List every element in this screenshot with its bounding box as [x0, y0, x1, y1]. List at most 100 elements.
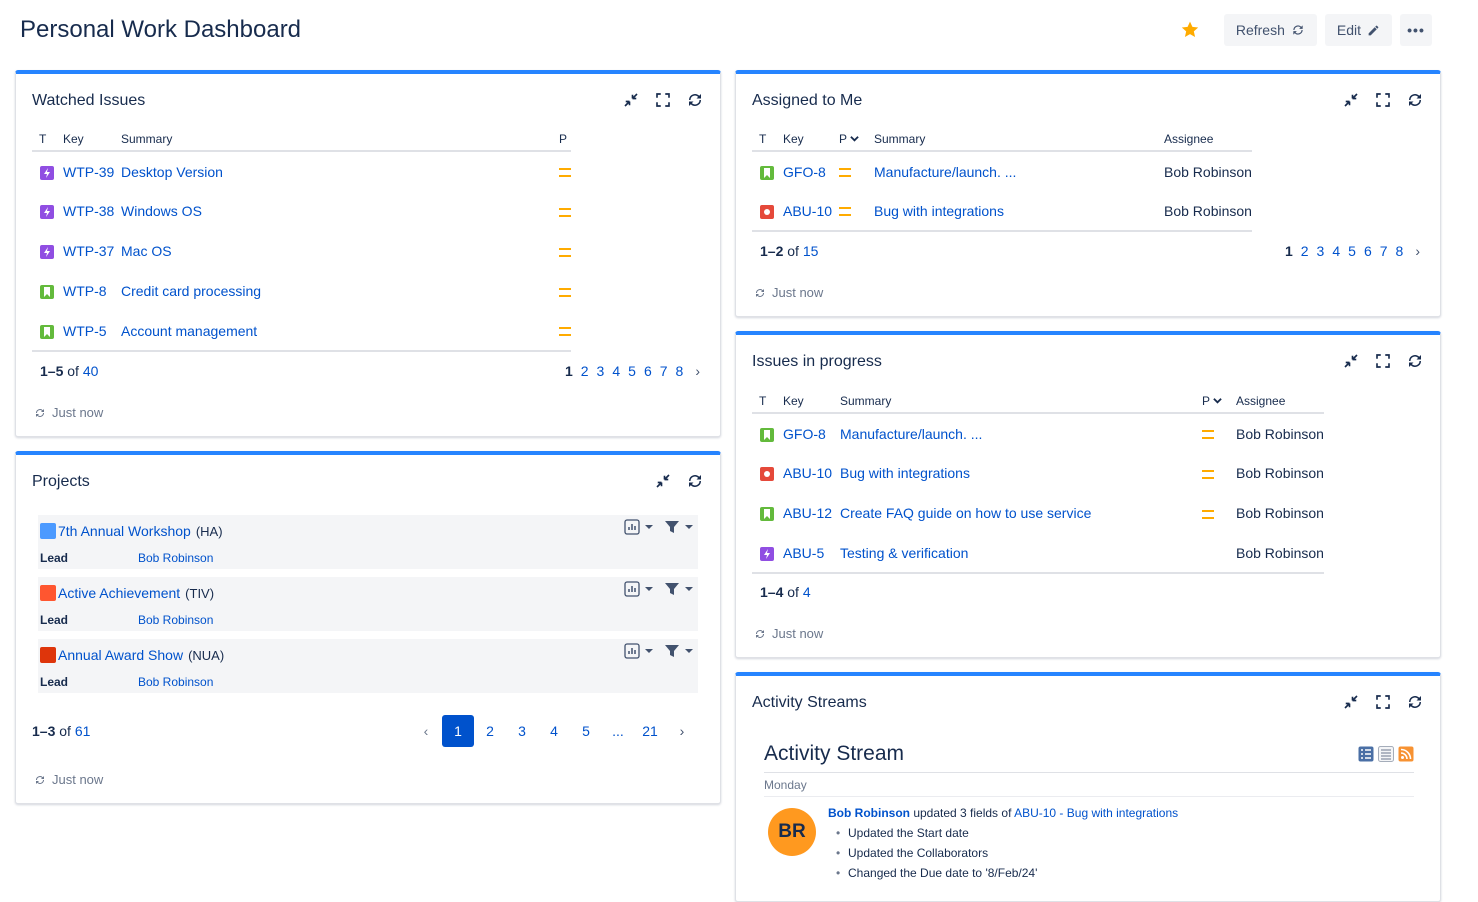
- chevron-down-icon[interactable]: [644, 646, 654, 656]
- minimize-icon[interactable]: [1340, 89, 1362, 111]
- issue-summary-link[interactable]: Desktop Version: [121, 164, 223, 180]
- minimize-icon[interactable]: [1340, 350, 1362, 372]
- issue-key-link[interactable]: WTP-39: [63, 164, 114, 180]
- list-view-icon[interactable]: [1378, 746, 1394, 762]
- issue-summary-link[interactable]: Bug with integrations: [874, 203, 1004, 219]
- lead-link[interactable]: Bob Robinson: [138, 675, 213, 689]
- total-link[interactable]: 61: [75, 723, 91, 739]
- total-link[interactable]: 4: [803, 584, 811, 600]
- col-type[interactable]: T: [752, 393, 783, 414]
- issue-key-link[interactable]: WTP-37: [63, 243, 114, 259]
- issue-summary-link[interactable]: Testing & verification: [840, 545, 968, 561]
- col-priority[interactable]: P: [839, 131, 874, 152]
- issue-key-link[interactable]: ABU-10: [783, 203, 832, 219]
- project-name-link[interactable]: Active Achievement: [58, 585, 180, 601]
- chart-icon[interactable]: [624, 519, 640, 535]
- refresh-icon[interactable]: [1404, 89, 1426, 111]
- more-button[interactable]: •••: [1400, 14, 1432, 46]
- page-link[interactable]: 6: [644, 363, 652, 379]
- maximize-icon[interactable]: [652, 89, 674, 111]
- page-link[interactable]: 4: [1332, 243, 1340, 259]
- lead-link[interactable]: Bob Robinson: [138, 613, 213, 627]
- star-icon[interactable]: [1178, 18, 1202, 42]
- col-assignee[interactable]: Assignee: [1164, 131, 1252, 152]
- issue-summary-link[interactable]: Manufacture/launch. ...: [874, 164, 1016, 180]
- page-link[interactable]: 1: [565, 363, 573, 379]
- issue-summary-link[interactable]: Account management: [121, 323, 257, 339]
- next-page-icon[interactable]: ›: [1415, 243, 1420, 259]
- col-priority[interactable]: P: [1202, 393, 1236, 414]
- page-link[interactable]: 1: [1285, 243, 1293, 259]
- user-link[interactable]: Bob Robinson: [828, 806, 910, 820]
- col-type[interactable]: T: [32, 131, 63, 152]
- chart-icon[interactable]: [624, 643, 640, 659]
- total-link[interactable]: 40: [83, 363, 99, 379]
- col-type[interactable]: T: [752, 131, 783, 152]
- total-link[interactable]: 15: [803, 243, 819, 259]
- issue-key-link[interactable]: GFO-8: [783, 426, 826, 442]
- issue-key-link[interactable]: ABU-5: [783, 545, 824, 561]
- minimize-icon[interactable]: [620, 89, 642, 111]
- next-page-icon[interactable]: ›: [695, 363, 700, 379]
- chevron-down-icon[interactable]: [684, 522, 694, 532]
- minimize-icon[interactable]: [652, 470, 674, 492]
- page-link[interactable]: 5: [628, 363, 636, 379]
- page-link[interactable]: 3: [597, 363, 605, 379]
- lead-link[interactable]: Bob Robinson: [138, 551, 213, 565]
- col-summary[interactable]: Summary: [121, 131, 559, 152]
- maximize-icon[interactable]: [1372, 691, 1394, 713]
- prev-page-icon[interactable]: ‹: [410, 715, 442, 747]
- col-key[interactable]: Key: [783, 131, 839, 152]
- issue-summary-link[interactable]: Mac OS: [121, 243, 172, 259]
- issue-summary-link[interactable]: Bug with integrations: [840, 465, 970, 481]
- filter-icon[interactable]: [664, 581, 680, 597]
- full-view-icon[interactable]: [1358, 746, 1374, 762]
- chevron-down-icon[interactable]: [684, 646, 694, 656]
- issue-summary-link[interactable]: Credit card processing: [121, 283, 261, 299]
- page-link[interactable]: 1: [442, 715, 474, 747]
- filter-icon[interactable]: [664, 519, 680, 535]
- project-name-link[interactable]: Annual Award Show: [58, 647, 183, 663]
- refresh-icon[interactable]: [1404, 691, 1426, 713]
- page-link[interactable]: 8: [1396, 243, 1404, 259]
- col-priority[interactable]: P: [559, 131, 571, 152]
- issue-key-link[interactable]: WTP-38: [63, 203, 114, 219]
- refresh-icon[interactable]: [1404, 350, 1426, 372]
- issue-summary-link[interactable]: Manufacture/launch. ...: [840, 426, 982, 442]
- page-link[interactable]: 8: [676, 363, 684, 379]
- issue-link[interactable]: ABU-10 - Bug with integrations: [1014, 806, 1178, 820]
- page-link[interactable]: 21: [634, 715, 666, 747]
- col-summary[interactable]: Summary: [840, 393, 1202, 414]
- page-link[interactable]: 6: [1364, 243, 1372, 259]
- filter-icon[interactable]: [664, 643, 680, 659]
- page-link[interactable]: 2: [1301, 243, 1309, 259]
- page-link[interactable]: 7: [1380, 243, 1388, 259]
- refresh-icon[interactable]: [684, 89, 706, 111]
- chevron-down-icon[interactable]: [684, 584, 694, 594]
- chevron-down-icon[interactable]: [644, 522, 654, 532]
- refresh-icon[interactable]: [684, 470, 706, 492]
- issue-key-link[interactable]: WTP-8: [63, 283, 107, 299]
- edit-button[interactable]: Edit: [1324, 14, 1392, 46]
- avatar[interactable]: BR: [768, 808, 816, 856]
- refresh-button[interactable]: Refresh: [1223, 14, 1317, 46]
- minimize-icon[interactable]: [1340, 691, 1362, 713]
- project-name-link[interactable]: 7th Annual Workshop: [58, 523, 191, 539]
- page-link[interactable]: 4: [612, 363, 620, 379]
- issue-key-link[interactable]: ABU-12: [783, 505, 832, 521]
- page-link[interactable]: 2: [581, 363, 589, 379]
- page-link[interactable]: 7: [660, 363, 668, 379]
- issue-summary-link[interactable]: Windows OS: [121, 203, 202, 219]
- page-link[interactable]: 3: [506, 715, 538, 747]
- chart-icon[interactable]: [624, 581, 640, 597]
- next-page-icon[interactable]: ›: [666, 715, 698, 747]
- maximize-icon[interactable]: [1372, 350, 1394, 372]
- issue-key-link[interactable]: GFO-8: [783, 164, 826, 180]
- page-link[interactable]: 2: [474, 715, 506, 747]
- maximize-icon[interactable]: [1372, 89, 1394, 111]
- page-link[interactable]: 3: [1317, 243, 1325, 259]
- page-link[interactable]: 4: [538, 715, 570, 747]
- page-link[interactable]: 5: [570, 715, 602, 747]
- rss-feed-icon[interactable]: [1398, 746, 1414, 762]
- page-link[interactable]: 5: [1348, 243, 1356, 259]
